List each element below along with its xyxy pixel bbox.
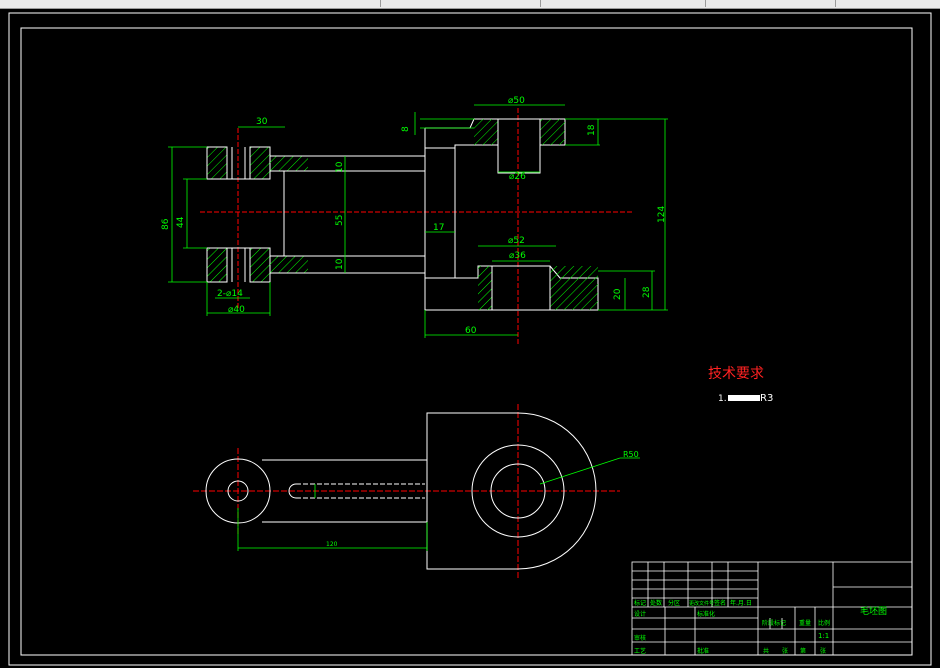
- dim-18: 18: [587, 124, 597, 136]
- plan-dimension-lines: [237, 457, 640, 551]
- dim-10-bottom: 10: [335, 258, 345, 270]
- notes-item1-prefix: 1.: [718, 394, 727, 404]
- hatch-right-top-a: [474, 119, 498, 145]
- inner-frame: [20, 27, 913, 656]
- toolbar-divider: [540, 0, 541, 7]
- tb-label-6: 设计: [634, 610, 646, 618]
- tb-label-9: 重量: [799, 619, 811, 627]
- tb-label-1: 处数: [650, 599, 662, 607]
- hatch-right-bottom-a: [478, 266, 492, 310]
- dim-44: 44: [176, 216, 186, 228]
- toolbar-divider: [705, 0, 706, 7]
- hatch-left-boss-top-a: [206, 146, 228, 180]
- tb-label-10: 比例: [818, 619, 830, 627]
- dim-diam-26: ⌀26: [509, 172, 526, 182]
- dim-diam-36: ⌀36: [509, 251, 526, 261]
- notes-item1-suffix: R3: [760, 393, 773, 404]
- dim-diam-40: ⌀40: [228, 305, 245, 315]
- dim-8: 8: [401, 126, 411, 132]
- tb-label-5: 年.月.日: [730, 599, 752, 607]
- dim-20: 20: [613, 288, 623, 300]
- notes-item1-text-block: [728, 395, 760, 401]
- tb-label-15: 张: [782, 647, 788, 655]
- tb-scale: 1:1: [818, 632, 829, 640]
- hatch-left-boss-top-b: [249, 146, 271, 180]
- tb-label-2: 分区: [668, 599, 680, 607]
- hatch-right-top-b: [540, 119, 565, 145]
- toolbar-divider: [835, 0, 836, 7]
- section-view: [200, 108, 633, 346]
- dim-diam-52: ⌀52: [508, 236, 525, 246]
- tb-label-3: 更改文件号: [689, 600, 714, 607]
- dim-diam-50: ⌀50: [508, 96, 525, 106]
- hatch-left-boss-bottom-a: [206, 247, 228, 283]
- notes-title: 技术要求: [708, 366, 764, 382]
- tb-label-11: 审核: [634, 634, 646, 642]
- tb-part-name: 毛坯图: [860, 605, 887, 617]
- toolbar-divider: [380, 0, 381, 7]
- dim-30: 30: [256, 117, 268, 127]
- outer-frame: [8, 12, 932, 666]
- dim-60: 60: [465, 326, 477, 336]
- dim-120: 120: [326, 541, 338, 548]
- tb-label-16: 第: [800, 647, 806, 655]
- hatch-arm-top: [270, 156, 308, 171]
- hatch-arm-bottom: [270, 256, 308, 273]
- plan-view: [193, 404, 620, 580]
- cad-drawing-canvas[interactable]: 30 8 ⌀50 18 ⌀26 10 86 44 55 124 17 10 ⌀5…: [0, 8, 940, 668]
- dim-55: 55: [335, 215, 345, 226]
- dim-2x-diam-14: 2-⌀14: [217, 289, 243, 299]
- tb-label-13: 批准: [697, 647, 709, 655]
- dim-86: 86: [161, 218, 171, 230]
- dim-R50: R50: [623, 450, 639, 459]
- dim-28: 28: [642, 286, 652, 298]
- tb-label-4: 签名: [714, 599, 726, 607]
- tb-label-0: 标记: [634, 599, 646, 607]
- tb-label-12: 工艺: [634, 647, 646, 655]
- tb-label-8: 阶段标记: [762, 619, 786, 627]
- tb-label-14: 共: [763, 647, 769, 655]
- tb-label-17: 张: [820, 647, 826, 655]
- tb-label-7: 标准化: [697, 610, 715, 618]
- hatch-right-bottom-b: [550, 266, 598, 310]
- dim-10-top: 10: [335, 161, 345, 173]
- hatch-left-boss-bottom-b: [249, 247, 271, 283]
- dim-17: 17: [433, 223, 444, 233]
- dim-124: 124: [657, 206, 667, 223]
